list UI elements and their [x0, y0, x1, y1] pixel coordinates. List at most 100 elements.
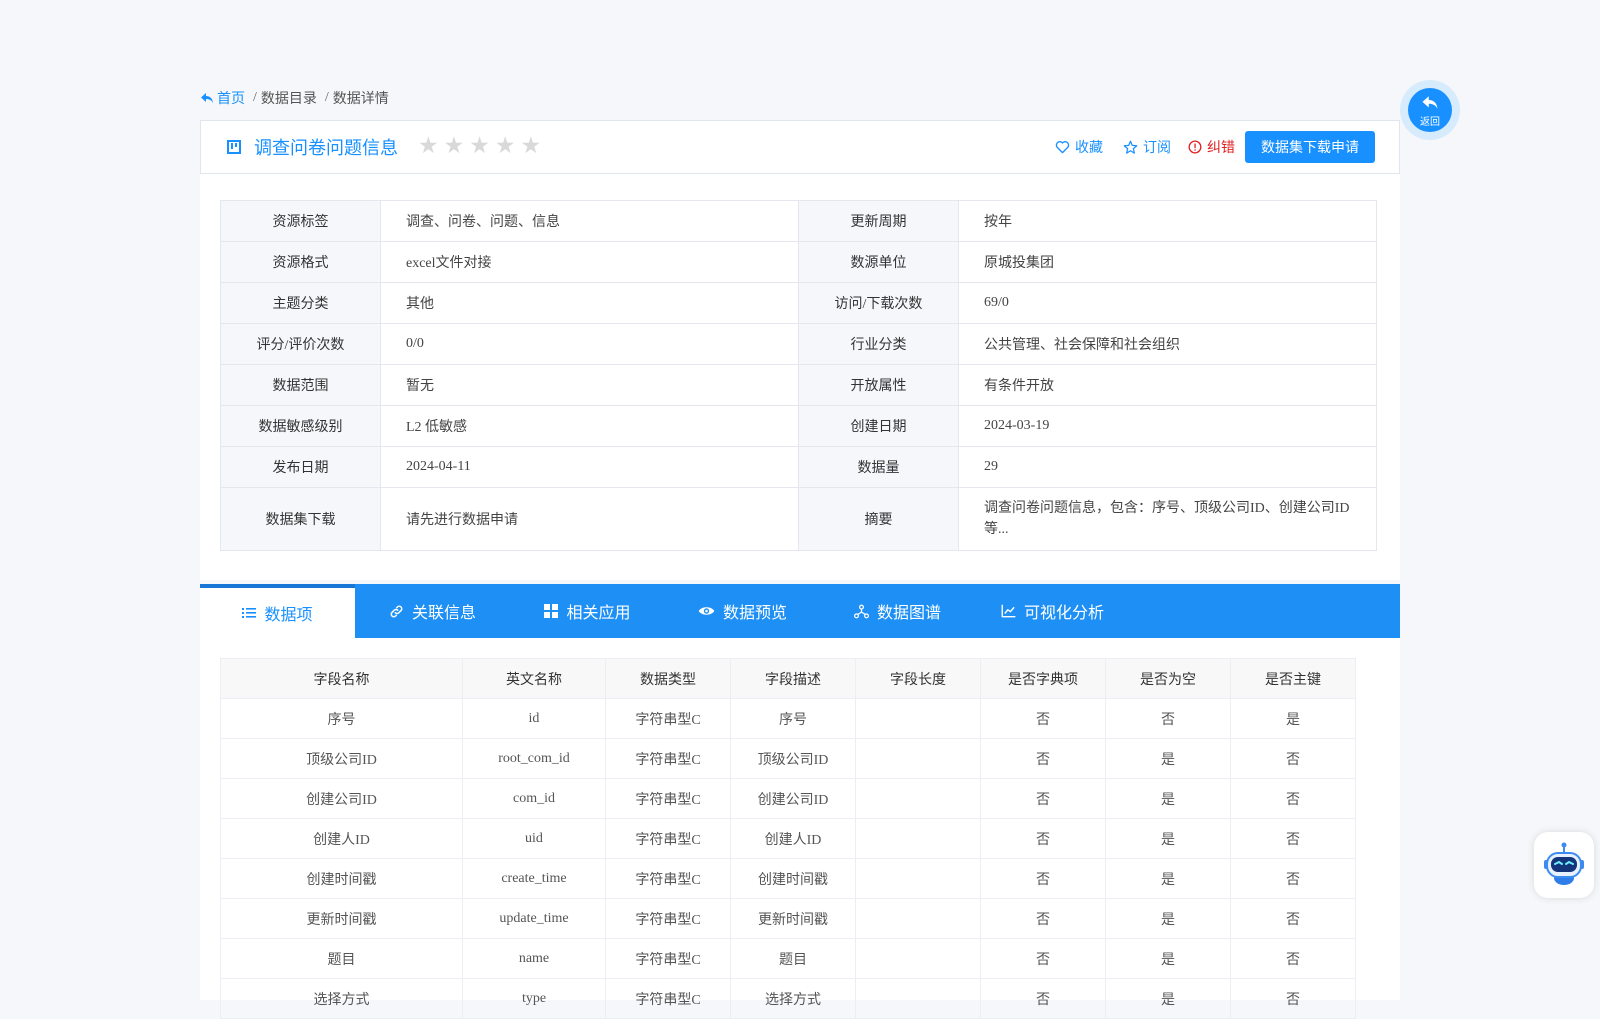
table-cell: 是 [1105, 818, 1231, 859]
subscribe-button[interactable]: 订阅 [1123, 137, 1171, 157]
dataset-info-panel: 资源标签 调查、问卷、问题、信息 更新周期 按年 资源格式 excel文件对接 数源单位 原城… [200, 174, 1400, 580]
info-row: 评分/评价次数 0/0 行业分类 公共管理、社会保障和社会组织 [220, 323, 1377, 365]
table-cell [855, 818, 981, 859]
tab-related-info[interactable]: 关联信息 [355, 584, 510, 638]
info-value: 暂无 [380, 364, 799, 406]
table-cell: uid [462, 818, 606, 859]
back-button[interactable]: 返回 [1400, 80, 1460, 140]
star-icon[interactable]: ★ [418, 132, 439, 160]
star-icon[interactable]: ★ [444, 132, 465, 160]
table-cell: 创建时间戳 [730, 858, 856, 899]
star-icon[interactable]: ★ [521, 132, 542, 160]
table-cell: 选择方式 [220, 978, 463, 1019]
list-icon [242, 608, 257, 618]
table-cell: 题目 [730, 938, 856, 979]
table-cell: type [462, 978, 606, 1019]
dataset-info-table: 资源标签 调查、问卷、问题、信息 更新周期 按年 资源格式 excel文件对接 数源单位 原城… [220, 200, 1377, 551]
info-label: 数据敏感级别 [220, 405, 381, 447]
table-cell [855, 778, 981, 819]
info-row: 主题分类 其他 访问/下载次数 69/0 [220, 282, 1377, 324]
heart-icon [1055, 141, 1070, 154]
table-cell: 是 [1105, 738, 1231, 779]
star-icon[interactable]: ★ [469, 132, 490, 160]
table-cell [855, 738, 981, 779]
column-header[interactable]: 是否主键 [1230, 658, 1356, 699]
table-cell: 否 [1230, 778, 1356, 819]
breadcrumb: 首页 / 数据目录 / 数据详情 [200, 88, 389, 108]
tab-data-preview-label: 数据预览 [722, 605, 787, 622]
robot-icon [1544, 842, 1584, 885]
breadcrumb-current: 数据详情 [332, 92, 389, 107]
tab-visual-analysis-label: 可视化分析 [1023, 605, 1104, 622]
info-label: 摘要 [798, 487, 959, 551]
back-arrow-icon [1422, 96, 1438, 109]
info-row: 数据敏感级别 L2 低敏感 创建日期 2024-03-19 [220, 405, 1377, 447]
dataset-download-apply-button[interactable]: 数据集下载申请 [1245, 131, 1375, 163]
back-button-label: 返回 [1420, 117, 1440, 128]
info-value: 请先进行数据申请 [380, 487, 799, 551]
column-header[interactable]: 字段长度 [855, 658, 981, 699]
tab-data-items-label: 数据项 [264, 607, 313, 624]
table-cell: 创建时间戳 [220, 858, 463, 899]
info-label: 数据范围 [220, 364, 381, 406]
dataset-title-bar: 调查问卷问题信息 ★ ★ ★ ★ ★ 收藏 订阅 纠错 数据集下载申请 [200, 120, 1400, 174]
info-label: 发布日期 [220, 446, 381, 488]
link-icon [390, 605, 403, 617]
column-header[interactable]: 是否为空 [1105, 658, 1231, 699]
info-label: 主题分类 [220, 282, 381, 324]
table-row: 创建公司ID com_id 字符串型C 创建公司ID 否是否 [220, 778, 1356, 819]
table-cell: 更新时间戳 [730, 898, 856, 939]
info-row: 资源格式 excel文件对接 数源单位 原城投集团 [220, 241, 1377, 283]
breadcrumb-catalog-link[interactable]: 数据目录 [261, 88, 317, 108]
info-value: excel文件对接 [380, 241, 799, 283]
table-cell: 否 [1105, 698, 1231, 739]
tab-visual-analysis[interactable]: 可视化分析 [975, 584, 1130, 638]
favorite-button[interactable]: 收藏 [1055, 137, 1103, 157]
table-cell: 选择方式 [730, 978, 856, 1019]
table-row: 创建人ID uid 字符串型C 创建人ID 否是否 [220, 818, 1356, 859]
table-cell: 字符串型C [605, 778, 731, 819]
table-cell: 否 [980, 858, 1106, 899]
report-error-button[interactable]: 纠错 [1188, 137, 1235, 157]
info-label: 数源单位 [798, 241, 959, 283]
table-cell: 否 [980, 898, 1106, 939]
info-value: 调查、问卷、问题、信息 [380, 200, 799, 242]
back-arrow-icon [201, 93, 213, 103]
table-cell: create_time [462, 858, 606, 899]
rating-stars[interactable]: ★ ★ ★ ★ ★ [418, 132, 541, 160]
page-title: 调查问卷问题信息 [254, 138, 398, 158]
column-header[interactable]: 字段描述 [730, 658, 856, 699]
favorite-label: 收藏 [1075, 141, 1103, 156]
table-row: 选择方式 type 字符串型C 选择方式否是否 [220, 978, 1356, 1019]
column-header[interactable]: 是否字典项 [980, 658, 1106, 699]
info-label: 评分/评价次数 [220, 323, 381, 365]
table-cell: 字符串型C [605, 698, 731, 739]
info-label: 资源格式 [220, 241, 381, 283]
table-cell [855, 898, 981, 939]
table-cell [855, 978, 981, 1019]
table-row: 序号 id 字符串型C 序号否否是 [220, 698, 1356, 739]
table-cell: 否 [1230, 738, 1356, 779]
breadcrumb-home-link[interactable]: 首页 [200, 88, 245, 108]
table-cell: 是 [1105, 858, 1231, 899]
table-cell: 是 [1105, 898, 1231, 939]
column-header[interactable]: 数据类型 [605, 658, 731, 699]
tab-data-graph-label: 数据图谱 [876, 605, 941, 622]
column-header[interactable]: 字段名称 [220, 658, 463, 699]
tab-data-preview[interactable]: 数据预览 [665, 584, 820, 638]
table-cell: 创建公司ID [220, 778, 463, 819]
table-cell: 创建人ID [220, 818, 463, 859]
dataset-board-icon [227, 140, 241, 154]
table-row: 更新时间戳 update_time 字符串型C 更新时间戳否是否 [220, 898, 1356, 939]
data-items-table: 字段名称 英文名称 数据类型 字段描述 字段长度 是否字典项 是否为空 是否主键 序号 id 字符… [220, 658, 1356, 1019]
star-icon[interactable]: ★ [495, 132, 516, 160]
tab-data-graph[interactable]: 数据图谱 [820, 584, 975, 638]
info-value: 0/0 [380, 323, 799, 365]
breadcrumb-home-label: 首页 [217, 92, 245, 107]
assistant-robot-button[interactable] [1534, 832, 1594, 898]
tab-related-apps[interactable]: 相关应用 [510, 584, 665, 638]
tab-data-items[interactable]: 数据项 [200, 584, 355, 638]
info-value: 其他 [380, 282, 799, 324]
column-header[interactable]: 英文名称 [462, 658, 606, 699]
info-label: 资源标签 [220, 200, 381, 242]
